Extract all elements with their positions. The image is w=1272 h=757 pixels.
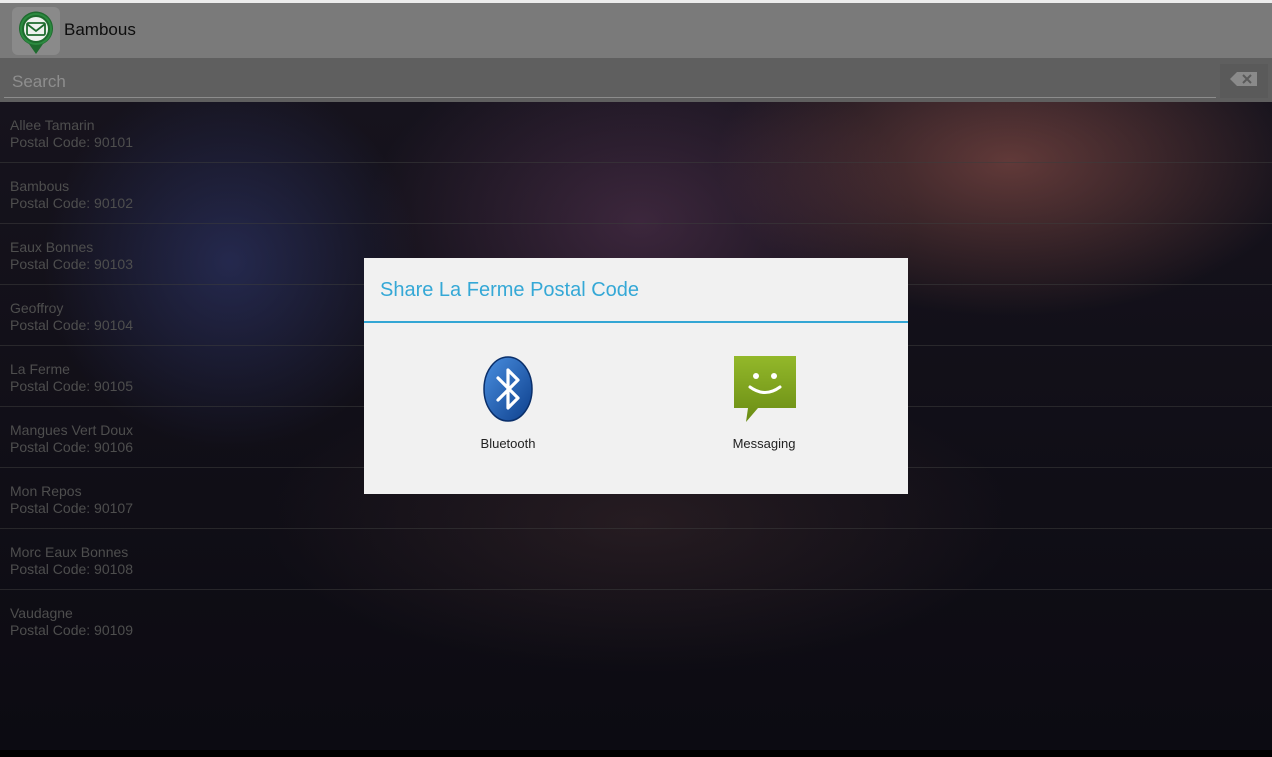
- dialog-divider: [364, 321, 908, 323]
- share-option-messaging[interactable]: Messaging: [694, 354, 834, 464]
- share-option-bluetooth[interactable]: Bluetooth: [438, 354, 578, 464]
- share-dialog: Share La Ferme Postal Code Bluetooth Mes…: [364, 258, 908, 494]
- share-option-label: Bluetooth: [480, 436, 536, 451]
- dialog-title: Share La Ferme Postal Code: [380, 279, 640, 301]
- share-option-label: Messaging: [732, 436, 796, 451]
- messaging-icon: [732, 354, 796, 424]
- bluetooth-icon: [476, 354, 540, 424]
